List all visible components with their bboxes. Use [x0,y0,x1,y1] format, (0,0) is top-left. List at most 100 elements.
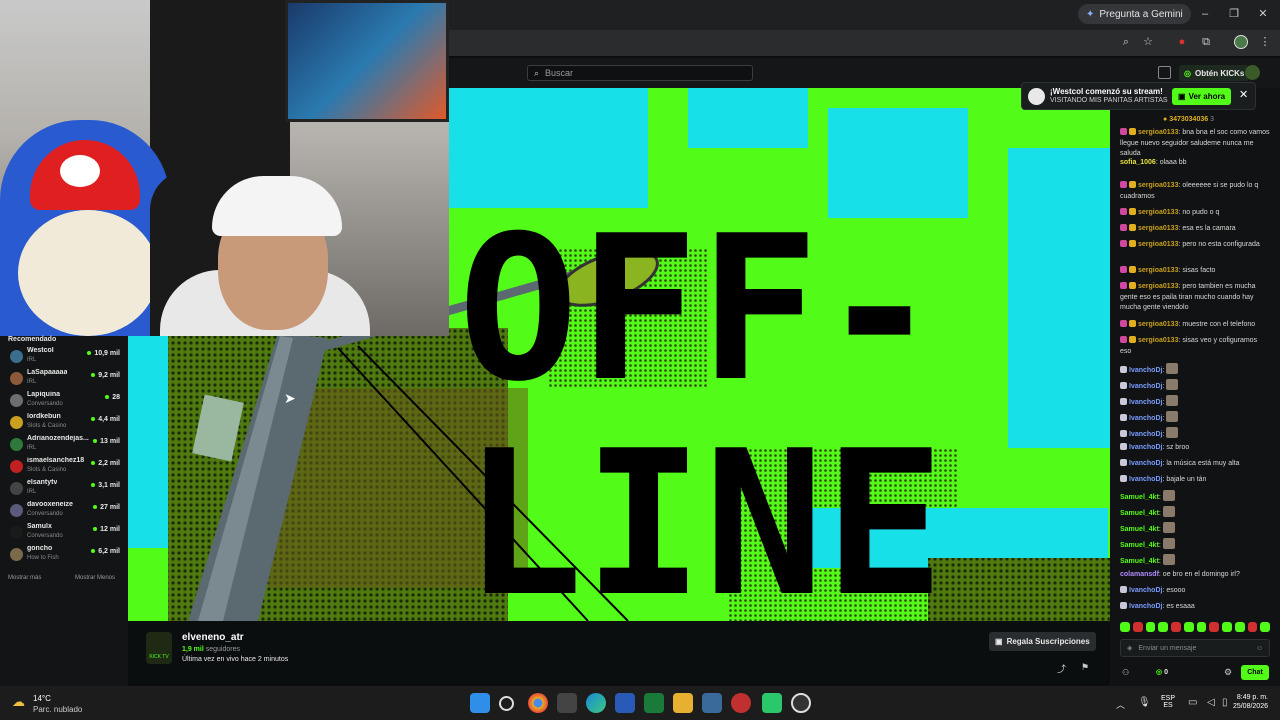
zoom-icon[interactable]: ⌕ [1118,34,1134,50]
quick-emote-icon[interactable] [1260,622,1270,632]
extension-shield-icon[interactable]: ● [1174,34,1190,50]
chat-username[interactable]: IvanchoDj [1129,603,1162,610]
mic-icon[interactable]: 🎙 [1138,697,1151,708]
recommended-channel[interactable]: Samulx Conversando 12 mil [8,522,124,544]
chat-input[interactable]: ◈ Enviar un mensaje ☺ [1120,639,1270,657]
chat-username[interactable]: sergioa0133 [1138,337,1178,344]
search-taskbar-icon[interactable] [499,696,514,711]
chat-username[interactable]: IvanchoDj [1129,399,1162,406]
user-avatar[interactable] [1245,65,1260,80]
quick-emote-icon[interactable] [1145,622,1156,632]
store-icon[interactable] [702,693,722,713]
recommended-channel[interactable]: Westcol IRL 10,9 mil [8,346,124,368]
quick-emote-icon[interactable] [1132,622,1143,632]
viewer-count: 2,2 mil [91,460,120,467]
tray-chevron-icon[interactable]: ︿ [1116,698,1125,711]
chat-username[interactable]: Samuel_4kt [1120,494,1159,501]
chat-username[interactable]: sergioa0133 [1138,182,1178,189]
show-less-link[interactable]: Mostrar Menos [75,575,115,581]
search-input[interactable]: ⌕ Buscar [527,65,753,81]
chat-username[interactable]: IvanchoDj [1129,587,1162,594]
quick-emote-icon[interactable] [1196,622,1207,632]
quick-emote-icon[interactable] [1183,622,1194,632]
chat-settings-icon[interactable]: ⚙ [1224,667,1232,678]
network-icon[interactable]: ▭ [1188,697,1197,708]
chat-username[interactable]: IvanchoDj [1129,444,1162,451]
quick-emote-icon[interactable] [1247,622,1258,632]
chat-username[interactable]: sergioa0133 [1138,267,1178,274]
start-icon[interactable] [470,693,490,713]
kick-app-icon[interactable] [762,693,782,713]
chat-username[interactable]: IvanchoDj [1129,460,1162,467]
quick-emote-icon[interactable] [1222,622,1232,632]
recommended-channel[interactable]: goncho How to Fish 6,2 mil [8,544,124,566]
share-icon[interactable]: ⤴ [1057,662,1066,675]
chat-username[interactable]: sofia_1006 [1120,159,1156,166]
chat-username[interactable]: IvanchoDj [1129,367,1162,374]
bookmark-star-icon[interactable]: ☆ [1140,34,1156,50]
app-icon-2[interactable] [731,693,751,713]
chat-username[interactable]: sergioa0133 [1138,321,1178,328]
show-more-link[interactable]: Mostrar más [8,575,41,581]
weather-temp[interactable]: 14°C [33,694,51,703]
chat-username[interactable]: sergioa0133 [1138,241,1178,248]
chat-username[interactable]: colamansdf [1120,571,1159,578]
language-indicator[interactable]: ESP ES [1161,695,1175,709]
chat-username[interactable]: Samuel_4kt [1120,542,1159,549]
gemini-button[interactable]: ✦ Pregunta a Gemini [1078,4,1191,24]
emoji-icon[interactable]: ☺ [1256,645,1263,652]
recommended-channel[interactable]: ismaelsanchez18 Slots & Casino 2,2 mil [8,456,124,478]
volume-icon[interactable]: ◁ [1207,697,1215,708]
recommended-channel[interactable]: davooxeneize Conversando 27 mil [8,500,124,522]
obs-icon[interactable] [791,693,811,713]
weather-desc[interactable]: Parc. nublado [33,705,82,714]
chrome-icon[interactable] [528,693,548,713]
report-icon[interactable]: ⚑ [1081,662,1089,673]
chat-username[interactable]: IvanchoDj [1129,383,1162,390]
gift-subs-button[interactable]: ▣ Regala Suscripciones [989,632,1096,651]
get-kicks-button[interactable]: ◎ Obtén KICKs [1179,65,1250,81]
chat-username[interactable]: Samuel_4kt [1120,526,1159,533]
recommended-channel[interactable]: elsantytv IRL 3,1 mil [8,478,124,500]
quick-emote-icon[interactable] [1158,622,1168,632]
chat-text: esa es la camara [1182,225,1236,232]
chat-username[interactable]: IvanchoDj [1129,476,1162,483]
recommended-channel[interactable]: Adrianozendejas... IRL 13 mil [8,434,124,456]
quick-emote-icon[interactable] [1120,622,1130,632]
app-icon-1[interactable] [557,693,577,713]
watch-now-button[interactable]: ▣ Ver ahora [1172,88,1232,105]
profile-avatar[interactable] [1234,35,1248,49]
quick-emote-icon[interactable] [1234,622,1245,632]
minimize-button[interactable]: – [1195,6,1215,22]
browser-menu-icon[interactable]: ⋮ [1257,34,1273,50]
chat-username[interactable]: sergioa0133 [1138,209,1178,216]
chat-username[interactable]: sergioa0133 [1138,129,1178,136]
emote-bar[interactable] [1120,622,1270,634]
chat-send-button[interactable]: Chat [1241,665,1269,680]
clock[interactable]: 8:49 p. m. 25/08/2026 [1224,694,1268,710]
edge-icon[interactable] [586,693,606,713]
chat-username[interactable]: Samuel_4kt [1120,510,1159,517]
close-notification-icon[interactable]: ✕ [1239,88,1248,101]
weather-icon[interactable]: ☁ [12,694,25,710]
quick-emote-icon[interactable] [1171,622,1181,632]
recommended-channel[interactable]: LaSapaaaaa IRL 9,2 mil [8,368,124,390]
excel-icon[interactable] [644,693,664,713]
layout-icon[interactable] [1158,66,1171,79]
word-icon[interactable] [615,693,635,713]
chat-rules-icon[interactable]: ⚇ [1122,668,1129,677]
maximize-button[interactable]: ❐ [1224,6,1244,22]
recommended-channel[interactable]: Lapiquina Conversando 28 [8,390,124,412]
channel-avatar[interactable]: KICK TV [146,632,172,664]
chat-username[interactable]: IvanchoDj [1129,431,1162,438]
extensions-puzzle-icon[interactable]: ⧉ [1198,34,1214,50]
chat-username[interactable]: IvanchoDj [1129,415,1162,422]
quick-emote-icon[interactable] [1209,622,1219,632]
recommended-channel[interactable]: lordkebun Slots & Casino 4,4 mil [8,412,124,434]
chat-username[interactable]: Samuel_4kt [1120,558,1159,565]
close-window-button[interactable]: ✕ [1253,6,1273,22]
file-explorer-icon[interactable] [673,693,693,713]
channel-name[interactable]: elveneno_atr [182,632,244,643]
chat-username[interactable]: sergioa0133 [1138,283,1178,290]
chat-username[interactable]: sergioa0133 [1138,225,1178,232]
